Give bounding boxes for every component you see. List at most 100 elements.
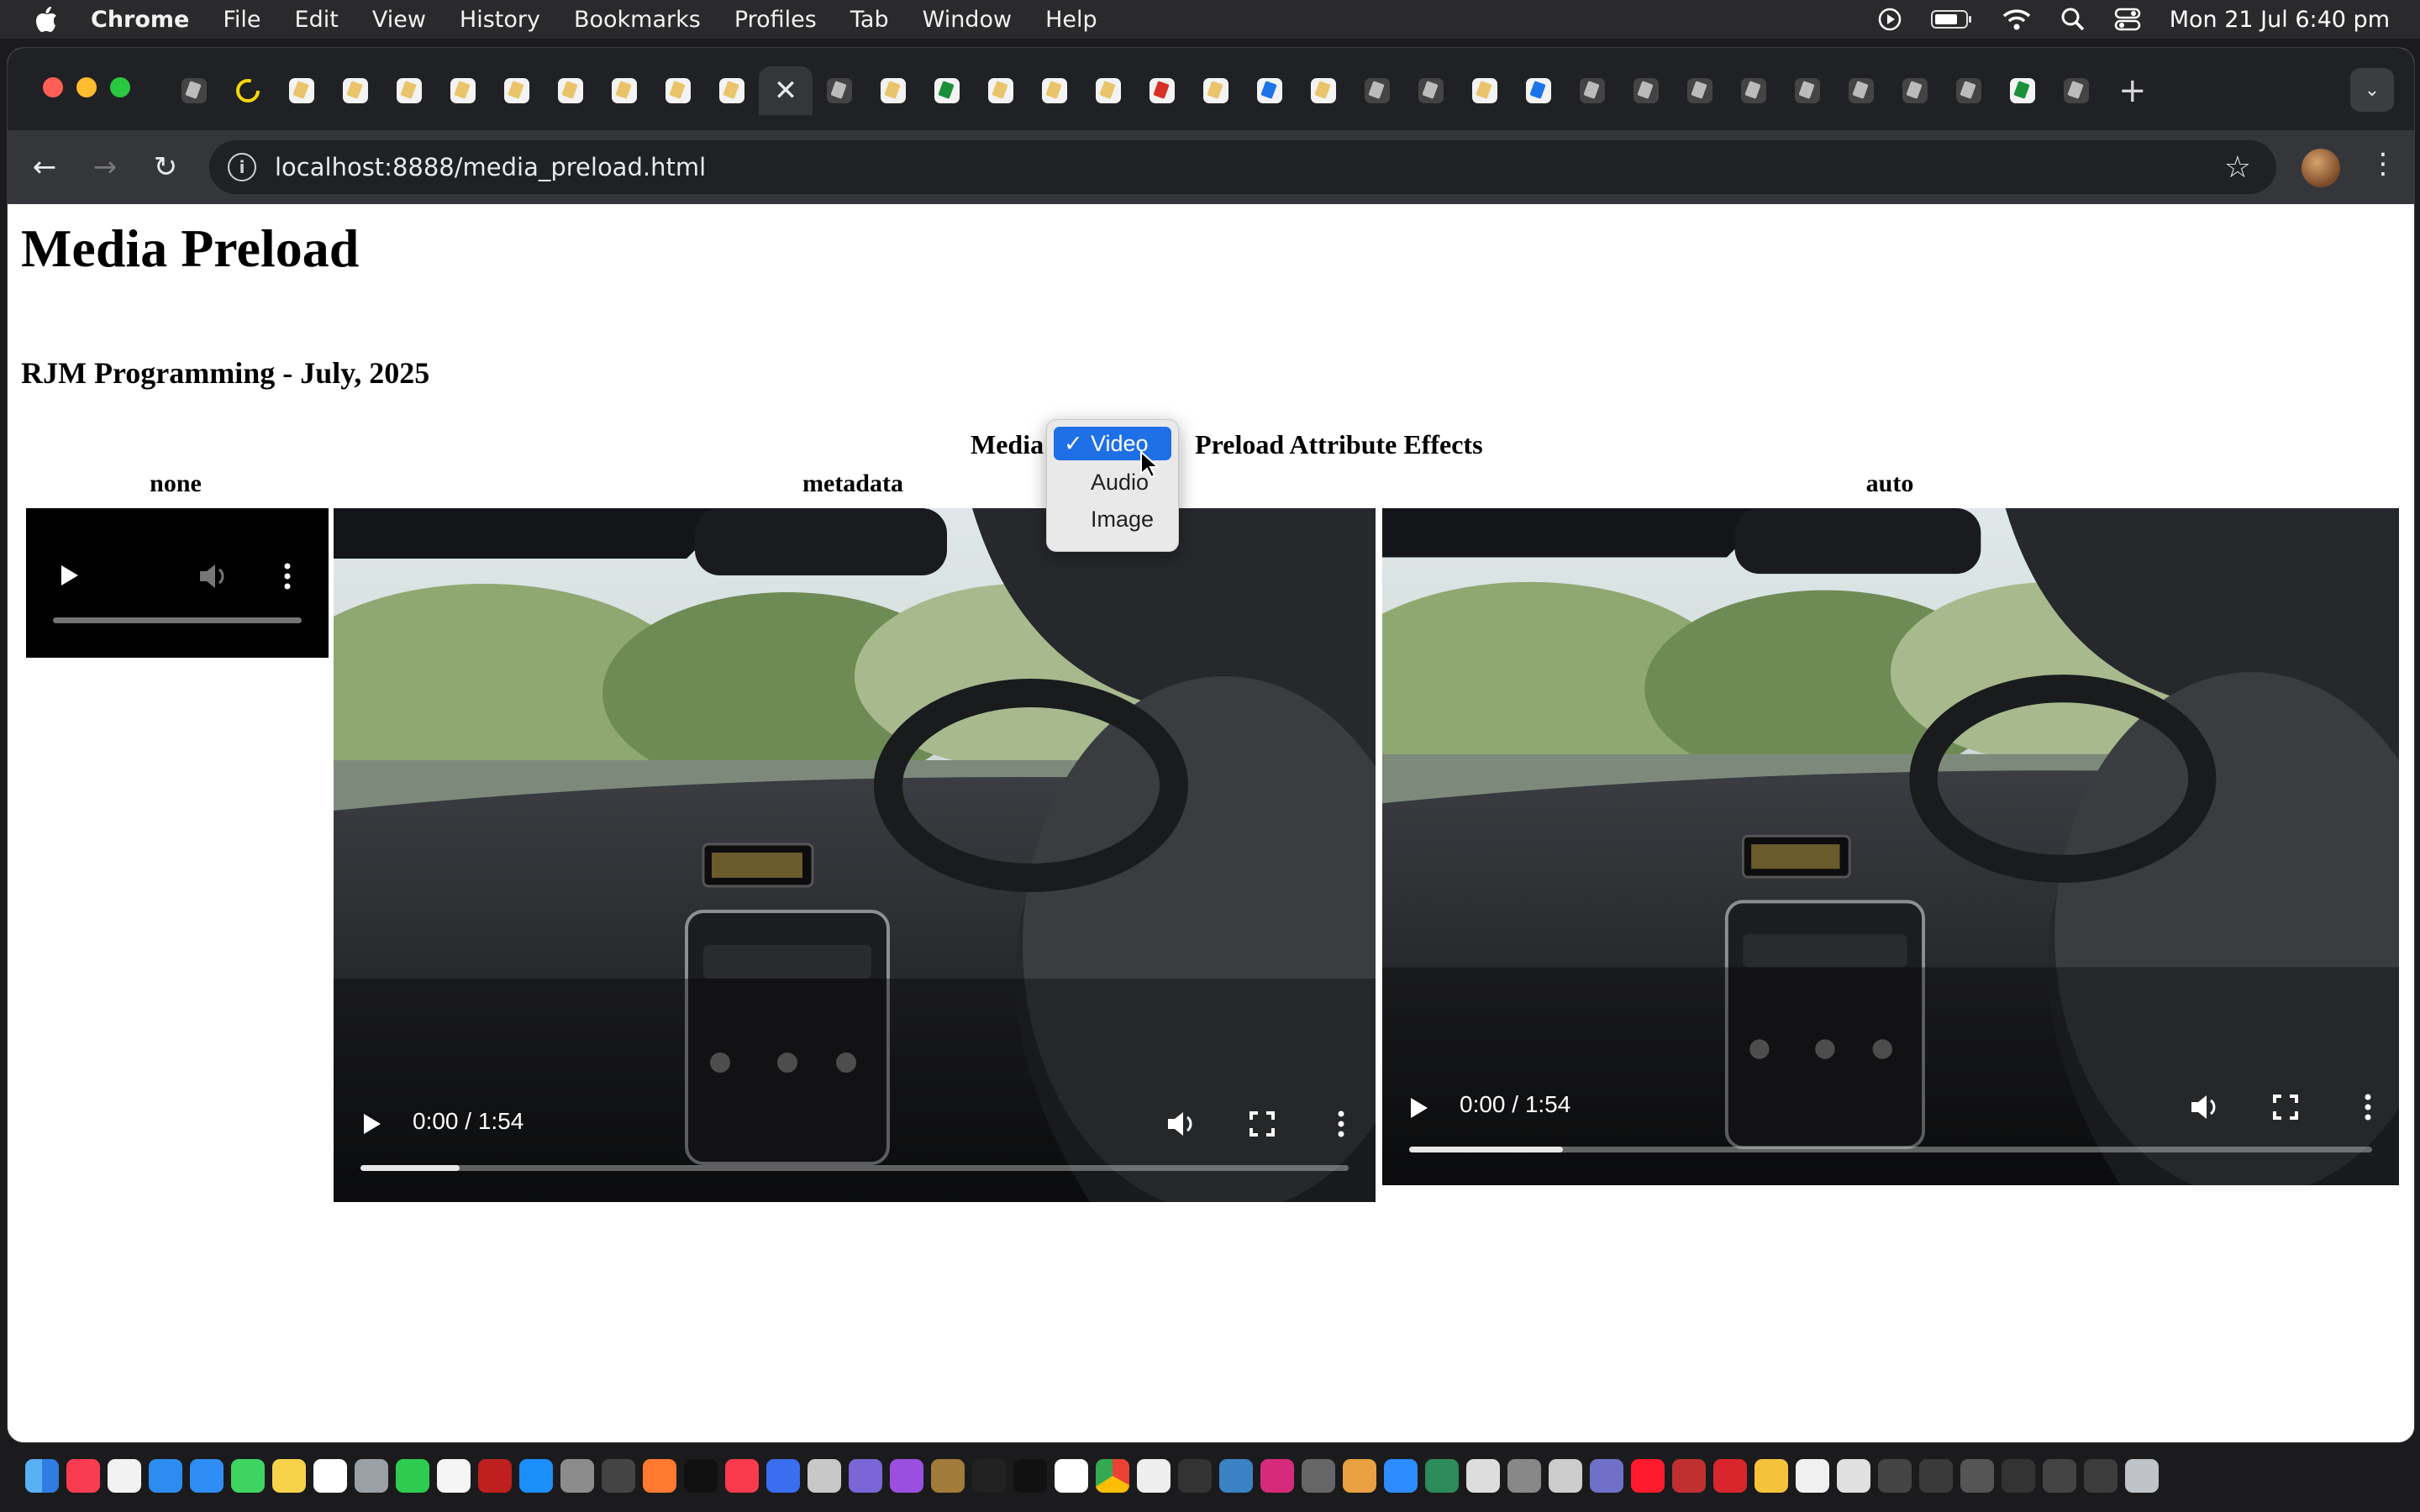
tab[interactable] bbox=[1297, 66, 1350, 115]
apple-logo-icon[interactable] bbox=[34, 5, 62, 34]
menu-bookmarks[interactable]: Bookmarks bbox=[574, 7, 701, 33]
app-store-icon[interactable] bbox=[519, 1459, 553, 1493]
tab[interactable] bbox=[1243, 66, 1297, 115]
volume-icon[interactable] bbox=[2189, 1093, 2223, 1121]
address-bar[interactable]: i localhost:8888/media_preload.html ☆ bbox=[209, 140, 2276, 194]
tab[interactable] bbox=[974, 66, 1028, 115]
tab[interactable] bbox=[1512, 66, 1565, 115]
app-icon[interactable] bbox=[1425, 1459, 1459, 1493]
reload-button[interactable]: ↻ bbox=[145, 147, 186, 187]
play-button[interactable] bbox=[60, 564, 80, 587]
tab[interactable] bbox=[920, 66, 974, 115]
tab[interactable] bbox=[1135, 66, 1189, 115]
app-icon[interactable] bbox=[1754, 1459, 1788, 1493]
menu-app-name[interactable]: Chrome bbox=[91, 7, 189, 33]
tab-active[interactable]: ✕ bbox=[759, 66, 813, 115]
opera-icon[interactable] bbox=[1631, 1459, 1665, 1493]
tab[interactable] bbox=[544, 66, 597, 115]
tab[interactable] bbox=[275, 66, 329, 115]
close-tab-icon[interactable]: ✕ bbox=[774, 74, 798, 108]
document-icon[interactable] bbox=[1137, 1459, 1171, 1493]
safari-icon[interactable] bbox=[149, 1459, 182, 1493]
app-icon[interactable] bbox=[766, 1459, 800, 1493]
tab[interactable] bbox=[1189, 66, 1243, 115]
tab[interactable] bbox=[436, 66, 490, 115]
play-button[interactable] bbox=[362, 1112, 382, 1136]
minimized-window-icon[interactable] bbox=[2043, 1459, 2076, 1493]
tab[interactable] bbox=[1619, 66, 1673, 115]
spotlight-search-icon[interactable] bbox=[2060, 7, 2086, 32]
minimized-window-icon[interactable] bbox=[2002, 1459, 2035, 1493]
tab[interactable] bbox=[1028, 66, 1081, 115]
wifi-icon[interactable] bbox=[2002, 8, 2032, 31]
reminders-icon[interactable] bbox=[108, 1459, 141, 1493]
video-player-metadata[interactable]: 0:00 / 1:54 bbox=[334, 508, 1376, 1202]
forward-button[interactable]: → bbox=[85, 147, 125, 187]
trash-icon[interactable] bbox=[2125, 1459, 2159, 1493]
fullscreen-icon[interactable] bbox=[2273, 1095, 2298, 1120]
tab[interactable] bbox=[813, 66, 866, 115]
calculator-icon[interactable] bbox=[560, 1459, 594, 1493]
tab-search-button[interactable]: ⌄ bbox=[2350, 68, 2394, 112]
minimized-window-icon[interactable] bbox=[2084, 1459, 2118, 1493]
fullscreen-icon[interactable] bbox=[1249, 1111, 1275, 1137]
menu-file[interactable]: File bbox=[223, 7, 260, 33]
progress-bar[interactable] bbox=[360, 1165, 1349, 1171]
menu-history[interactable]: History bbox=[460, 7, 540, 33]
chrome-menu-icon[interactable]: ⋮ bbox=[2369, 147, 2397, 181]
volume-icon[interactable] bbox=[197, 562, 231, 591]
apple-tv-icon[interactable] bbox=[684, 1459, 718, 1493]
tab[interactable] bbox=[1350, 66, 1404, 115]
video-player-auto[interactable]: 0:00 / 1:54 bbox=[1382, 508, 2399, 1185]
tab[interactable] bbox=[1781, 66, 1834, 115]
music-icon[interactable] bbox=[66, 1459, 100, 1493]
app-icon[interactable] bbox=[602, 1459, 635, 1493]
launchpad-icon[interactable] bbox=[355, 1459, 388, 1493]
notes-icon[interactable] bbox=[272, 1459, 306, 1493]
tab[interactable] bbox=[382, 66, 436, 115]
minimize-window-button[interactable] bbox=[76, 77, 97, 97]
tab[interactable] bbox=[1727, 66, 1781, 115]
app-icon[interactable] bbox=[1713, 1459, 1747, 1493]
bbedit-icon[interactable] bbox=[849, 1459, 882, 1493]
filezilla-icon[interactable] bbox=[478, 1459, 512, 1493]
video-player-none[interactable] bbox=[26, 508, 329, 658]
document-icon[interactable] bbox=[1837, 1459, 1870, 1493]
document-icon[interactable] bbox=[437, 1459, 471, 1493]
terminal-icon[interactable] bbox=[972, 1459, 1006, 1493]
volume-icon[interactable] bbox=[1165, 1110, 1199, 1138]
intellij-icon[interactable] bbox=[1260, 1459, 1294, 1493]
tab[interactable] bbox=[1458, 66, 1512, 115]
progress-bar[interactable] bbox=[1409, 1147, 2372, 1152]
facetime-icon[interactable] bbox=[396, 1459, 429, 1493]
menu-view[interactable]: View bbox=[372, 7, 426, 33]
tab[interactable] bbox=[705, 66, 759, 115]
control-center-icon[interactable] bbox=[2114, 7, 2141, 32]
app-icon[interactable] bbox=[808, 1459, 841, 1493]
app-icon[interactable] bbox=[1590, 1459, 1623, 1493]
media-play-status-icon[interactable] bbox=[1877, 7, 1902, 32]
app-icon[interactable] bbox=[931, 1459, 965, 1493]
menu-tab[interactable]: Tab bbox=[850, 7, 889, 33]
battery-icon[interactable] bbox=[1930, 8, 1973, 30]
tab[interactable] bbox=[1081, 66, 1135, 115]
finder-icon[interactable] bbox=[25, 1459, 59, 1493]
document-icon[interactable] bbox=[1796, 1459, 1829, 1493]
news-icon[interactable] bbox=[725, 1459, 759, 1493]
tab[interactable] bbox=[1565, 66, 1619, 115]
menu-window[interactable]: Window bbox=[923, 7, 1012, 33]
app-icon[interactable] bbox=[1219, 1459, 1253, 1493]
tab[interactable] bbox=[1404, 66, 1458, 115]
app-icon[interactable] bbox=[1302, 1459, 1335, 1493]
tab[interactable] bbox=[1888, 66, 1942, 115]
menu-edit[interactable]: Edit bbox=[295, 7, 339, 33]
messages-icon[interactable] bbox=[231, 1459, 265, 1493]
tab[interactable] bbox=[329, 66, 382, 115]
calendar-icon[interactable] bbox=[1055, 1459, 1088, 1493]
play-button[interactable] bbox=[1409, 1096, 1429, 1120]
option-image[interactable]: Image bbox=[1054, 502, 1171, 536]
site-info-icon[interactable]: i bbox=[228, 153, 256, 181]
tab[interactable] bbox=[866, 66, 920, 115]
tab[interactable] bbox=[1996, 66, 2049, 115]
bookmark-star-icon[interactable]: ☆ bbox=[2224, 150, 2251, 185]
